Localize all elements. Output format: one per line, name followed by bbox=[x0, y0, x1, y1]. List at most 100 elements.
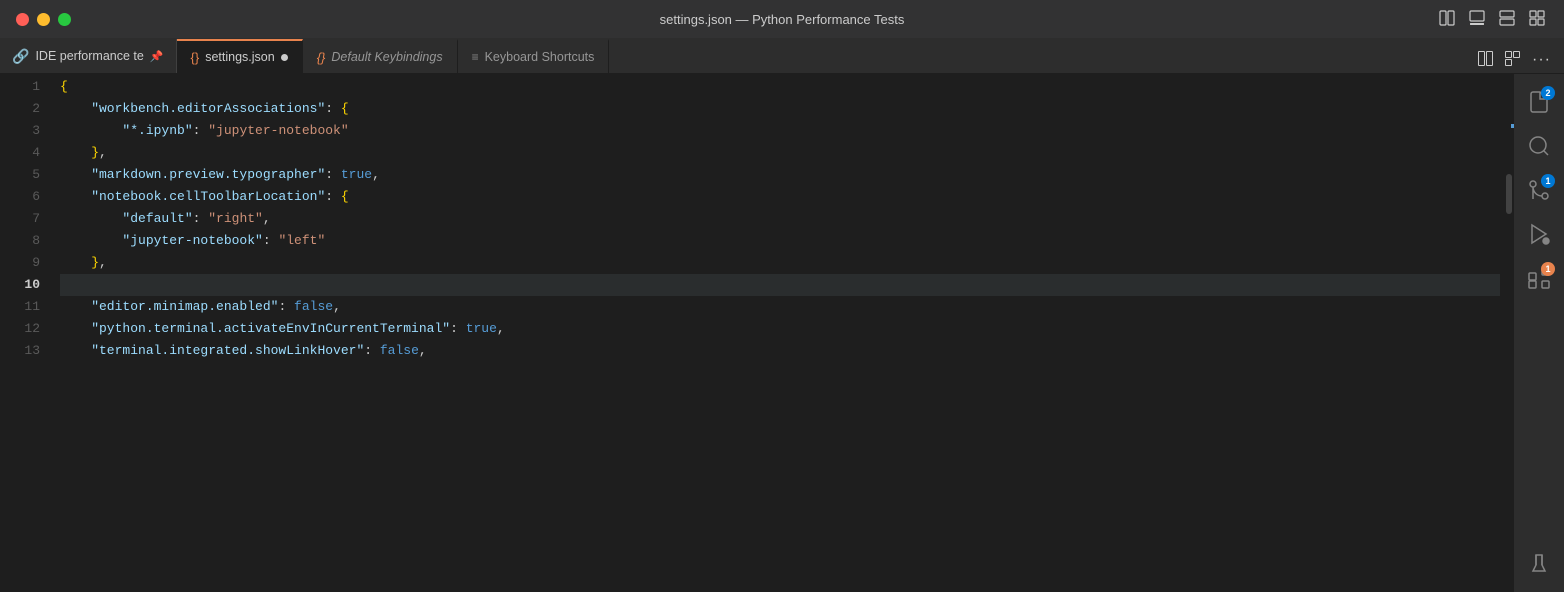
activity-bar: 2 1 1 bbox=[1514, 74, 1564, 592]
badge-orange-1: 1 bbox=[1541, 262, 1555, 276]
window-title: settings.json — Python Performance Tests bbox=[660, 12, 905, 27]
token: false bbox=[294, 296, 333, 318]
code-line-7: "default": "right", bbox=[60, 208, 1500, 230]
token: { bbox=[60, 76, 68, 98]
more-actions-button[interactable]: ··· bbox=[1527, 47, 1556, 73]
token: true bbox=[341, 164, 372, 186]
editor-scrollbar[interactable] bbox=[1500, 74, 1514, 592]
split-vertical-icon[interactable] bbox=[1496, 7, 1518, 32]
tab-default-keybindings[interactable]: {} Default Keybindings bbox=[303, 39, 458, 73]
token: true bbox=[466, 318, 497, 340]
tab-explorer-label: IDE performance te bbox=[35, 49, 143, 63]
json-icon: {} bbox=[191, 50, 200, 65]
token: "terminal.integrated.showLinkHover" bbox=[60, 340, 364, 362]
token: "editor.minimap.enabled" bbox=[60, 296, 278, 318]
tab-keyboard-shortcuts-label: Keyboard Shortcuts bbox=[485, 50, 595, 64]
token: "workbench.editorAssociations" bbox=[60, 98, 325, 120]
code-line-9: }, bbox=[60, 252, 1500, 274]
code-line-1: { bbox=[60, 76, 1500, 98]
activity-run-btn[interactable] bbox=[1519, 214, 1559, 254]
split-editor-icon[interactable] bbox=[1436, 7, 1458, 32]
code-line-13: "terminal.integrated.showLinkHover": fal… bbox=[60, 340, 1500, 362]
activity-test-btn[interactable] bbox=[1519, 544, 1559, 584]
activity-source-control-btn[interactable]: 1 bbox=[1519, 170, 1559, 210]
code-content[interactable]: { "workbench.editorAssociations": { "*.i… bbox=[52, 74, 1500, 592]
token: { bbox=[341, 98, 349, 120]
activity-extensions-btn[interactable]: 1 bbox=[1519, 258, 1559, 298]
pin-icon: 📌 bbox=[150, 50, 164, 63]
layout-icon[interactable] bbox=[1526, 7, 1548, 32]
toggle-panel-icon[interactable] bbox=[1466, 7, 1488, 32]
split-editor-button[interactable] bbox=[1473, 47, 1498, 73]
modified-indicator bbox=[281, 54, 288, 61]
line-numbers: 1 2 3 4 5 6 7 8 9 10 ✏️ 11 12 13 bbox=[0, 74, 52, 592]
token: false bbox=[380, 340, 419, 362]
token: "jupyter-notebook" bbox=[208, 120, 348, 142]
code-line-6: "notebook.cellToolbarLocation": { bbox=[60, 186, 1500, 208]
token: , bbox=[497, 318, 505, 340]
tab-keyboard-shortcuts[interactable]: ≡ Keyboard Shortcuts bbox=[458, 39, 610, 73]
token: "default" bbox=[60, 208, 193, 230]
main-area: 1 2 3 4 5 6 7 8 9 10 ✏️ 11 12 13 bbox=[0, 74, 1564, 592]
token: "left" bbox=[278, 230, 325, 252]
token: , bbox=[263, 208, 271, 230]
token: "jupyter-notebook" bbox=[60, 230, 263, 252]
explorer-tab-icon: 🔗 bbox=[12, 48, 29, 65]
tabbar-actions: ··· bbox=[1465, 47, 1564, 73]
line-num-12: 12 bbox=[0, 318, 40, 340]
activity-search-btn[interactable] bbox=[1519, 126, 1559, 166]
token: , bbox=[372, 164, 380, 186]
minimize-button[interactable] bbox=[37, 13, 50, 26]
scrollbar-thumb[interactable] bbox=[1506, 174, 1512, 214]
titlebar-controls bbox=[1436, 7, 1548, 32]
tab-settings-json[interactable]: {} settings.json bbox=[177, 39, 303, 73]
line-num-7: 7 bbox=[0, 208, 40, 230]
code-line-2: "workbench.editorAssociations": { bbox=[60, 98, 1500, 120]
token: : bbox=[193, 208, 209, 230]
token: : bbox=[263, 230, 279, 252]
token: : bbox=[325, 98, 341, 120]
token: { bbox=[341, 186, 349, 208]
code-line-4: }, bbox=[60, 142, 1500, 164]
code-line-8: "jupyter-notebook": "left" bbox=[60, 230, 1500, 252]
maximize-button[interactable] bbox=[58, 13, 71, 26]
line-num-4: 4 bbox=[0, 142, 40, 164]
badge-blue-2: 2 bbox=[1541, 86, 1555, 100]
activity-files-btn[interactable]: 2 bbox=[1519, 82, 1559, 122]
tabbar: 🔗 IDE performance te 📌 {} settings.json … bbox=[0, 38, 1564, 74]
token: : bbox=[450, 318, 466, 340]
token: "python.terminal.activateEnvInCurrentTer… bbox=[60, 318, 450, 340]
close-button[interactable] bbox=[16, 13, 29, 26]
editor[interactable]: 1 2 3 4 5 6 7 8 9 10 ✏️ 11 12 13 bbox=[0, 74, 1514, 592]
code-line-12: "python.terminal.activateEnvInCurrentTer… bbox=[60, 318, 1500, 340]
code-line-3: "*.ipynb": "jupyter-notebook" bbox=[60, 120, 1500, 142]
list-icon: ≡ bbox=[472, 50, 479, 64]
tab-default-keybindings-label: Default Keybindings bbox=[331, 50, 442, 64]
token: } bbox=[91, 142, 99, 164]
toggle-layout-button[interactable] bbox=[1500, 47, 1525, 73]
line-num-6: 6 bbox=[0, 186, 40, 208]
token: : bbox=[278, 296, 294, 318]
tab-explorer[interactable]: 🔗 IDE performance te 📌 bbox=[0, 39, 177, 73]
titlebar: settings.json — Python Performance Tests bbox=[0, 0, 1564, 38]
code-line-5: "markdown.preview.typographer": true, bbox=[60, 164, 1500, 186]
tab-settings-json-label: settings.json bbox=[205, 50, 274, 64]
token: : bbox=[325, 164, 341, 186]
line-num-3: 3 bbox=[0, 120, 40, 142]
line-num-2: 2 bbox=[0, 98, 40, 120]
line-num-11: ✏️ 11 bbox=[0, 296, 40, 318]
line-num-1: 1 bbox=[0, 76, 40, 98]
token: : bbox=[325, 186, 341, 208]
token bbox=[60, 142, 91, 164]
token: "notebook.cellToolbarLocation" bbox=[60, 186, 325, 208]
code-line-11: "editor.minimap.enabled": false, bbox=[60, 296, 1500, 318]
token: : bbox=[193, 120, 209, 142]
line-num-10: 10 bbox=[0, 274, 40, 296]
window-controls bbox=[16, 13, 71, 26]
token: , bbox=[99, 142, 107, 164]
line-num-9: 9 bbox=[0, 252, 40, 274]
token: : bbox=[364, 340, 380, 362]
run-icon bbox=[1527, 222, 1551, 246]
code-line-10 bbox=[60, 274, 1500, 296]
token: , bbox=[419, 340, 427, 362]
